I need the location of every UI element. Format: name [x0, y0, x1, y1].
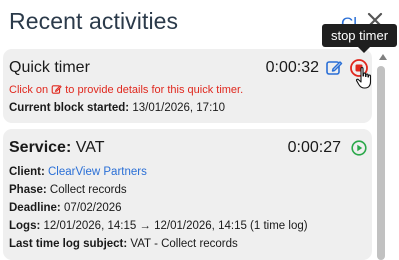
- logs-row: Logs: 12/01/2026, 14:15 → 12/01/2026, 14…: [9, 220, 308, 232]
- block-started-value: 13/01/2026, 17:10: [132, 102, 226, 114]
- phase-value: Collect records: [49, 184, 127, 196]
- panel-title: Recent activities: [9, 8, 179, 34]
- logs-value: 12/01/2026, 14:15 → 12/01/2026, 14:15 (1…: [43, 220, 308, 232]
- client-label: Client:: [9, 166, 45, 178]
- service-label: Service:: [9, 139, 72, 156]
- play-icon[interactable]: [351, 140, 367, 156]
- scroll-up-arrow-icon[interactable]: [379, 54, 387, 60]
- client-link[interactable]: ClearView Partners: [48, 166, 147, 178]
- block-started-row: Current block started: 13/01/2026, 17:10: [9, 102, 225, 114]
- phase-label: Phase:: [9, 184, 47, 196]
- hint-suffix: to provide details for this quick timer.: [65, 84, 244, 96]
- deadline-label: Deadline:: [9, 202, 61, 214]
- last-subject-row: Last time log subject: VAT - Collect rec…: [9, 238, 238, 250]
- deadline-row: Deadline: 07/02/2026: [9, 202, 122, 214]
- last-subject-label: Last time log subject:: [9, 238, 128, 250]
- logs-label: Logs:: [9, 220, 41, 232]
- scrollbar-thumb[interactable]: [377, 66, 385, 260]
- service-name: VAT: [75, 139, 105, 156]
- edit-icon: [51, 85, 62, 94]
- block-started-label: Current block started:: [9, 102, 130, 114]
- tooltip: stop timer: [322, 24, 397, 53]
- quick-timer-elapsed: 0:00:32: [265, 59, 319, 76]
- quick-timer-card: Quick timer 0:00:32 Click on to provide …: [3, 49, 372, 123]
- phase-row: Phase: Collect records: [9, 184, 127, 196]
- last-subject-value: VAT - Collect records: [130, 238, 238, 250]
- hand-cursor-icon: [355, 66, 375, 90]
- client-row: Client: ClearView Partners: [9, 166, 147, 178]
- hint-prefix: Click on: [9, 84, 49, 96]
- quick-timer-name: Quick timer: [9, 59, 90, 76]
- edit-icon[interactable]: [325, 59, 343, 77]
- service-card[interactable]: Service: VAT 0:00:27 Client: ClearView P…: [3, 129, 372, 260]
- service-title: Service: VAT: [9, 139, 104, 157]
- service-elapsed: 0:00:27: [287, 139, 341, 156]
- quick-timer-hint: Click on to provide details for this qui…: [9, 84, 243, 96]
- deadline-value: 07/02/2026: [63, 202, 122, 214]
